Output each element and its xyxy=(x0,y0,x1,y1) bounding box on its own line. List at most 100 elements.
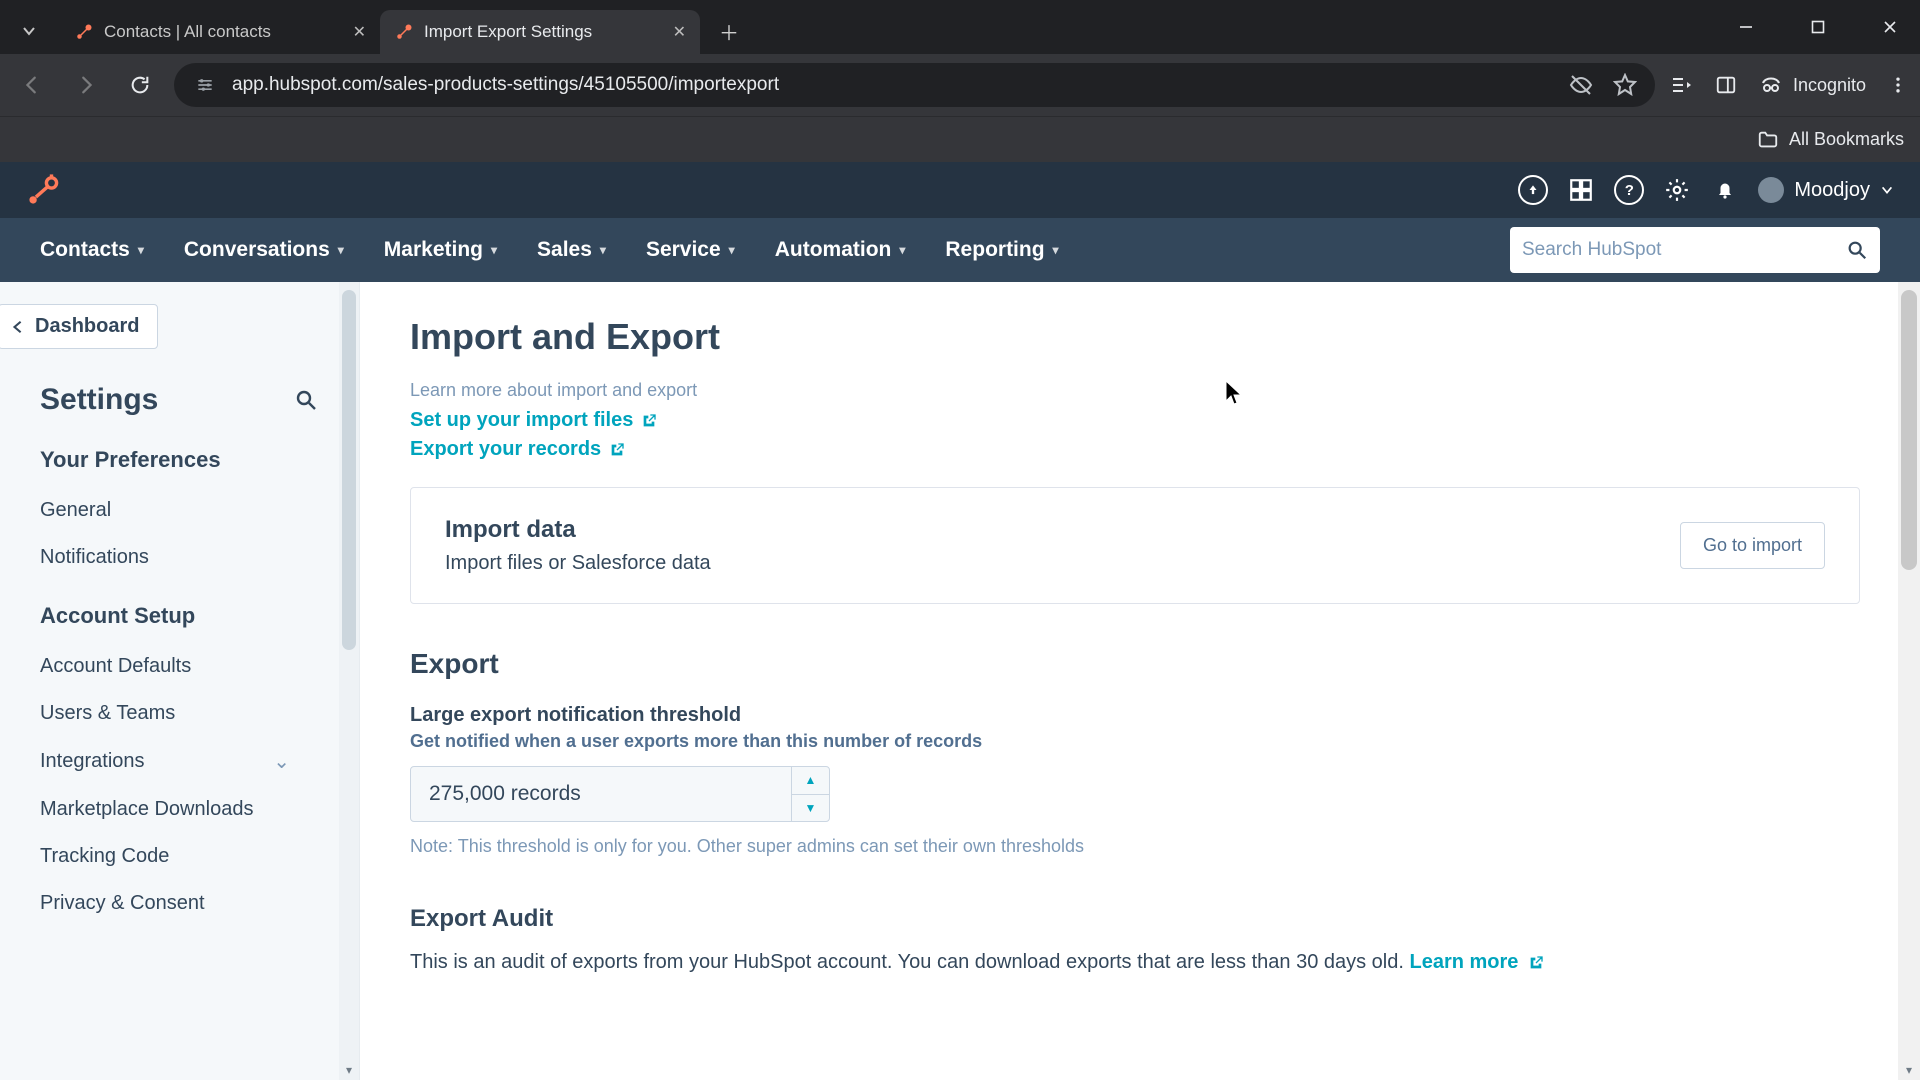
browser-menu-button[interactable] xyxy=(1888,75,1908,95)
sidebar-item-tracking-code[interactable]: Tracking Code xyxy=(0,833,318,880)
nav-reporting[interactable]: Reporting ▾ xyxy=(945,238,1058,262)
nav-back-button[interactable] xyxy=(12,65,52,105)
nav-automation[interactable]: Automation▾ xyxy=(775,238,906,262)
link-setup-import-files[interactable]: Set up your import files xyxy=(410,409,1860,432)
hubspot-logo-icon[interactable] xyxy=(26,173,60,207)
scroll-down-icon[interactable]: ▾ xyxy=(339,1060,359,1080)
dashboard-label: Dashboard xyxy=(35,315,139,338)
settings-sidebar: Dashboard Settings Your Preferences Gene… xyxy=(0,282,360,1080)
incognito-indicator[interactable]: Incognito xyxy=(1759,73,1866,97)
search-icon[interactable] xyxy=(1846,239,1868,261)
stepper-down-button[interactable]: ▼ xyxy=(792,794,829,822)
nav-sales[interactable]: Sales▾ xyxy=(537,238,606,262)
nav-marketing[interactable]: Marketing▾ xyxy=(384,238,497,262)
all-bookmarks-button[interactable]: All Bookmarks xyxy=(1757,129,1904,151)
main-scrollbar[interactable]: ▴ ▾ xyxy=(1898,282,1920,1080)
nav-label: Marketing xyxy=(384,238,483,262)
tab-import-export[interactable]: Import Export Settings ✕ xyxy=(380,10,700,54)
sidebar-item-notifications[interactable]: Notifications xyxy=(0,534,318,581)
page-title: Import and Export xyxy=(410,316,1860,358)
nav-label: Reporting xyxy=(945,238,1044,262)
nav-service[interactable]: Service ▾ xyxy=(646,238,735,262)
sidebar-item-integrations[interactable]: Integrations⌄ xyxy=(0,737,318,786)
avatar-icon xyxy=(1758,177,1784,203)
chevron-left-icon xyxy=(11,320,25,334)
tab-search-button[interactable] xyxy=(12,14,46,48)
export-audit-text: This is an audit of exports from your Hu… xyxy=(410,951,1860,974)
sidebar-item-marketplace-downloads[interactable]: Marketplace Downloads xyxy=(0,786,318,833)
marketplace-icon[interactable] xyxy=(1566,175,1596,205)
threshold-value[interactable]: 275,000 records xyxy=(411,767,791,821)
all-bookmarks-label: All Bookmarks xyxy=(1789,129,1904,150)
import-data-desc: Import files or Salesforce data xyxy=(445,552,711,575)
scroll-down-icon[interactable]: ▾ xyxy=(1898,1060,1920,1080)
hubspot-topbar: ? Moodjoy xyxy=(0,162,1920,218)
incognito-icon xyxy=(1759,73,1783,97)
sidebar-item-account-defaults[interactable]: Account Defaults xyxy=(0,643,318,690)
import-data-panel: Import data Import files or Salesforce d… xyxy=(410,487,1860,604)
side-panel-icon[interactable] xyxy=(1715,74,1737,96)
settings-heading: Settings xyxy=(40,383,158,417)
stepper-up-button[interactable]: ▲ xyxy=(792,767,829,794)
window-minimize-button[interactable] xyxy=(1724,11,1768,43)
nav-label: Conversations xyxy=(184,238,330,262)
sidebar-item-users-teams[interactable]: Users & Teams xyxy=(0,690,318,737)
browser-toolbar: app.hubspot.com/sales-products-settings/… xyxy=(0,54,1920,116)
site-settings-icon[interactable] xyxy=(192,72,218,98)
address-bar[interactable]: app.hubspot.com/sales-products-settings/… xyxy=(174,63,1655,107)
tab-strip: Contacts | All contacts ✕ Import Export … xyxy=(54,0,746,54)
threshold-stepper[interactable]: 275,000 records ▲ ▼ xyxy=(410,766,830,822)
upgrade-icon[interactable] xyxy=(1518,175,1548,205)
learn-more-text: Learn more about import and export xyxy=(410,380,1860,401)
threshold-label: Large export notification threshold xyxy=(410,704,1860,727)
nav-label: Service xyxy=(646,238,721,262)
incognito-label: Incognito xyxy=(1793,75,1866,96)
chevron-down-icon: ▾ xyxy=(899,243,905,257)
settings-search-icon[interactable] xyxy=(294,388,318,412)
chevron-down-icon: ▾ xyxy=(1053,243,1059,257)
new-tab-button[interactable]: ＋ xyxy=(712,14,746,48)
nav-contacts[interactable]: Contacts▾ xyxy=(40,238,144,262)
search-input[interactable] xyxy=(1522,239,1846,261)
go-to-import-button[interactable]: Go to import xyxy=(1680,522,1825,569)
hubspot-primary-nav: Contacts▾ Conversations▾ Marketing▾ Sale… xyxy=(0,218,1920,282)
sidebar-section-preferences: Your Preferences xyxy=(40,447,318,473)
sidebar-item-label: Account Defaults xyxy=(40,655,191,678)
link-label: Learn more xyxy=(1409,951,1518,973)
global-search[interactable] xyxy=(1510,227,1880,273)
tab-close-button[interactable]: ✕ xyxy=(353,22,366,42)
sidebar-item-label: Tracking Code xyxy=(40,845,169,868)
eye-off-icon[interactable] xyxy=(1569,73,1593,97)
link-export-records[interactable]: Export your records xyxy=(410,438,1860,461)
nav-forward-button[interactable] xyxy=(66,65,106,105)
nav-reload-button[interactable] xyxy=(120,65,160,105)
audit-text-body: This is an audit of exports from your Hu… xyxy=(410,951,1409,973)
sidebar-item-general[interactable]: General xyxy=(0,487,318,534)
help-icon[interactable]: ? xyxy=(1614,175,1644,205)
scrollbar-thumb[interactable] xyxy=(1901,290,1917,570)
audit-learn-more-link[interactable]: Learn more xyxy=(1409,951,1544,973)
settings-gear-icon[interactable] xyxy=(1662,175,1692,205)
hubspot-page: ? Moodjoy Contacts▾ Conversations▾ Marke… xyxy=(0,162,1920,1080)
chevron-down-icon xyxy=(1880,183,1894,197)
scrollbar-thumb[interactable] xyxy=(342,290,356,650)
notifications-bell-icon[interactable] xyxy=(1710,175,1740,205)
media-control-icon[interactable] xyxy=(1669,73,1693,97)
window-close-button[interactable] xyxy=(1868,11,1912,43)
account-menu[interactable]: Moodjoy xyxy=(1758,177,1894,203)
nav-conversations[interactable]: Conversations▾ xyxy=(184,238,344,262)
chevron-down-icon: ▾ xyxy=(729,243,735,257)
bookmark-star-icon[interactable] xyxy=(1613,73,1637,97)
external-link-icon xyxy=(641,413,657,429)
window-maximize-button[interactable] xyxy=(1796,11,1840,43)
sidebar-scrollbar[interactable]: ▴ ▾ xyxy=(339,282,359,1080)
hubspot-favicon-icon xyxy=(394,22,414,42)
tab-contacts[interactable]: Contacts | All contacts ✕ xyxy=(60,10,380,54)
tab-title: Import Export Settings xyxy=(424,22,592,42)
external-link-icon xyxy=(609,442,625,458)
chevron-down-icon: ▾ xyxy=(138,243,144,257)
url-text: app.hubspot.com/sales-products-settings/… xyxy=(232,74,779,96)
back-to-dashboard-button[interactable]: Dashboard xyxy=(0,304,158,349)
tab-close-button[interactable]: ✕ xyxy=(673,22,686,42)
sidebar-item-privacy-consent[interactable]: Privacy & Consent xyxy=(0,880,318,927)
